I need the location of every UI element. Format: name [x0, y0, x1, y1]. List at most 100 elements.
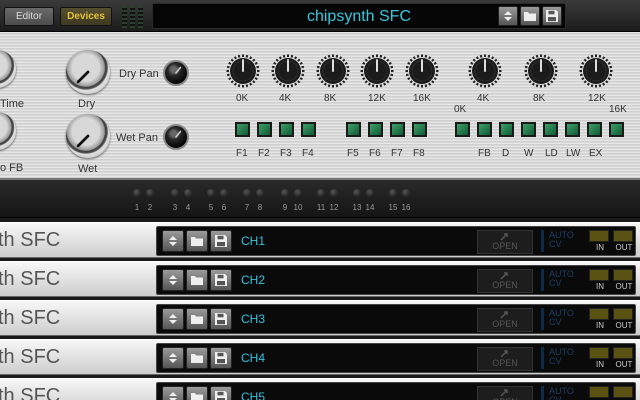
- filter-toggle-7[interactable]: [390, 122, 405, 137]
- echo-toggle-6[interactable]: [565, 122, 580, 137]
- channel-automation: AUTO CV: [541, 269, 581, 293]
- channel-indicator-label: 10: [293, 203, 303, 212]
- filter-freq-knob-1[interactable]: [226, 54, 260, 88]
- channel-browse-button[interactable]: [162, 269, 184, 291]
- echo-freq-knob-2[interactable]: [524, 54, 558, 88]
- channel-load-button[interactable]: [186, 386, 208, 400]
- channel-indicator-9: [281, 189, 289, 197]
- filter-toggle-6[interactable]: [368, 122, 383, 137]
- channel-output-meter: OUT: [613, 347, 635, 371]
- channel-automation: AUTO CV: [541, 386, 581, 400]
- feedback-knob[interactable]: [0, 112, 16, 150]
- filter-freq-knob-2[interactable]: [271, 54, 305, 88]
- channel-save-button[interactable]: [210, 308, 232, 330]
- channel-strip: CH4 OPEN AUTO CV IN OUT: [156, 343, 636, 373]
- filter-toggle-3[interactable]: [279, 122, 294, 137]
- wet-knob[interactable]: [66, 114, 110, 158]
- channel-input-meter: IN: [589, 230, 611, 254]
- filter-toggle-label: F5: [347, 148, 359, 159]
- channel-browse-button[interactable]: [162, 230, 184, 252]
- channel-indicator-10: [294, 189, 302, 197]
- filter-toggle-4[interactable]: [301, 122, 316, 137]
- output-label: OUT: [615, 243, 633, 252]
- channel-row: th SFC CH1 OPEN AUTO CV IN OUT: [0, 222, 640, 258]
- filter-toggle-1[interactable]: [235, 122, 250, 137]
- channel-open-button[interactable]: OPEN: [477, 347, 533, 371]
- echo-freq-knob-3[interactable]: [579, 54, 613, 88]
- echo-toggle-3[interactable]: [499, 122, 514, 137]
- channel-patch-buttons: [162, 347, 232, 369]
- echo-toggle-5[interactable]: [543, 122, 558, 137]
- echo-freq-knob-1[interactable]: [468, 54, 502, 88]
- channel-input-meter: IN: [589, 308, 611, 332]
- patch-load-button[interactable]: [520, 6, 540, 26]
- channel-load-button[interactable]: [186, 269, 208, 291]
- channel-indicator-6: [220, 189, 228, 197]
- channel-save-button[interactable]: [210, 347, 232, 369]
- filter-toggle-label: F6: [369, 148, 381, 159]
- channel-indicator-label: 3: [172, 203, 178, 212]
- echo-freq-label: 12K: [588, 93, 606, 104]
- channel-browse-button[interactable]: [162, 308, 184, 330]
- filter-toggle-label: F7: [391, 148, 403, 159]
- dry-knob[interactable]: [66, 50, 110, 94]
- channel-open-button[interactable]: OPEN: [477, 230, 533, 254]
- channel-indicator-label: 5: [208, 203, 214, 212]
- up-down-arrows-icon: [169, 353, 177, 363]
- filter-toggle-5[interactable]: [346, 122, 361, 137]
- filter-toggle-8[interactable]: [412, 122, 427, 137]
- echo-toggle-4[interactable]: [521, 122, 536, 137]
- channel-input-meter: IN: [589, 347, 611, 371]
- channel-row: th SFC CH2 OPEN AUTO CV IN OUT: [0, 261, 640, 297]
- filter-toggle-2[interactable]: [257, 122, 272, 137]
- patch-save-button[interactable]: [542, 6, 562, 26]
- channel-indicator-label: 9: [282, 203, 288, 212]
- echo-toggle-2[interactable]: [477, 122, 492, 137]
- channel-open-button[interactable]: OPEN: [477, 308, 533, 332]
- channel-open-label: OPEN: [492, 319, 518, 329]
- channel-open-button[interactable]: OPEN: [477, 269, 533, 293]
- channel-input-meter: IN: [589, 269, 611, 293]
- dry-pan-knob[interactable]: [163, 60, 189, 86]
- arrow-icon: [500, 272, 508, 280]
- editor-button[interactable]: Editor: [4, 7, 54, 26]
- time-label: Time: [0, 98, 25, 110]
- channel-browse-button[interactable]: [162, 347, 184, 369]
- folder-icon: [524, 12, 536, 21]
- channel-indicator-16: [402, 189, 410, 197]
- echo-flag-label: W: [524, 148, 534, 159]
- channel-indicator-12: [330, 189, 338, 197]
- echo-toggle-7[interactable]: [587, 122, 602, 137]
- channel-patch-buttons: [162, 230, 232, 252]
- channel-save-button[interactable]: [210, 269, 232, 291]
- cv-label: CV: [549, 395, 562, 400]
- channel-indicator-label: 13: [352, 203, 362, 212]
- channel-indicator-13: [353, 189, 361, 197]
- channel-open-button[interactable]: OPEN: [477, 386, 533, 400]
- patch-browse-button[interactable]: [498, 6, 518, 26]
- wet-label: Wet: [78, 163, 98, 175]
- echo-flag-label: LD: [545, 148, 558, 159]
- channel-row: th SFC CH4 OPEN AUTO CV IN OUT: [0, 339, 640, 375]
- echo-flag-label: D: [502, 148, 510, 159]
- channel-load-button[interactable]: [186, 308, 208, 330]
- channel-save-button[interactable]: [210, 230, 232, 252]
- output-label: OUT: [615, 282, 633, 291]
- devices-button[interactable]: Devices: [60, 7, 112, 26]
- filter-freq-knob-4[interactable]: [360, 54, 394, 88]
- cv-label: CV: [549, 239, 562, 249]
- channel-indicator-14: [366, 189, 374, 197]
- channel-save-button[interactable]: [210, 386, 232, 400]
- echo-toggle-8[interactable]: [609, 122, 624, 137]
- channel-patch-buttons: [162, 269, 232, 291]
- wet-pan-knob[interactable]: [163, 124, 189, 150]
- channel-load-button[interactable]: [186, 347, 208, 369]
- echo-toggle-1[interactable]: [455, 122, 470, 137]
- channel-browse-button[interactable]: [162, 386, 184, 400]
- filter-freq-knob-3[interactable]: [316, 54, 350, 88]
- up-down-arrows-icon: [169, 236, 177, 246]
- channel-load-button[interactable]: [186, 230, 208, 252]
- time-knob[interactable]: [0, 50, 16, 88]
- channel-indicator-2: [146, 189, 154, 197]
- filter-freq-knob-5[interactable]: [405, 54, 439, 88]
